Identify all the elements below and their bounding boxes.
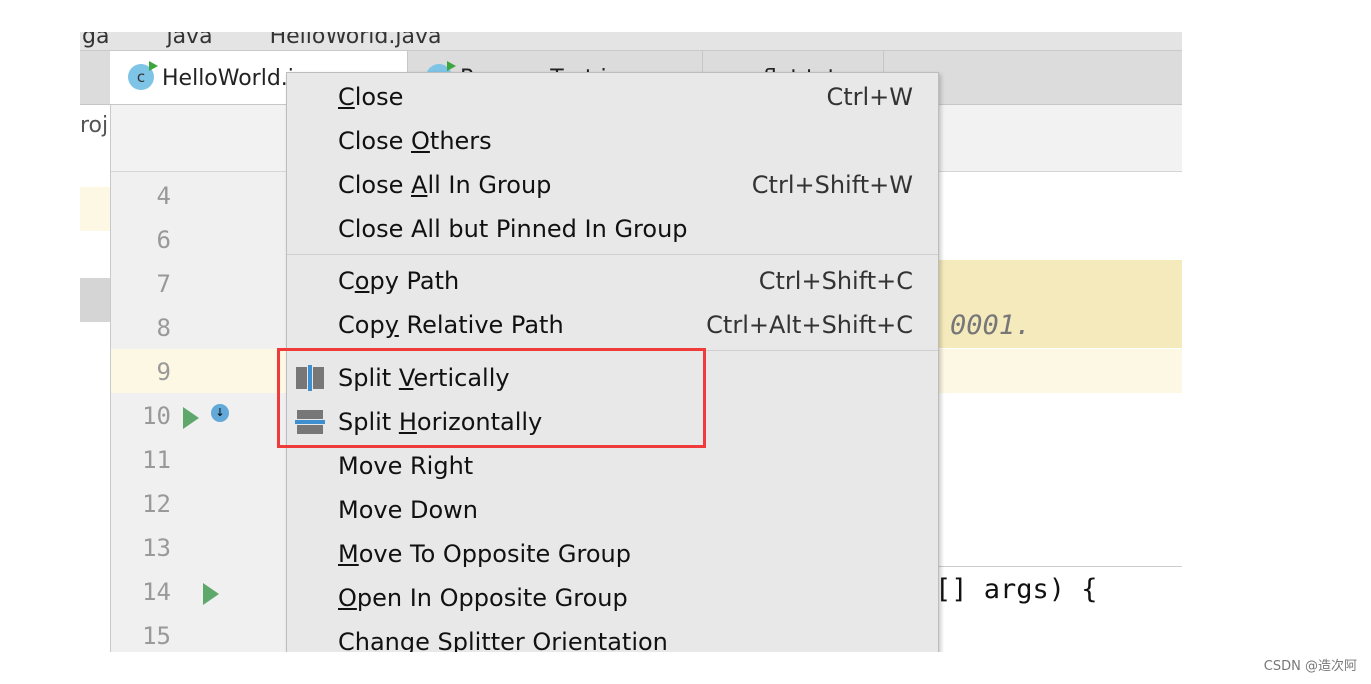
code-text: [] args) { — [935, 574, 1098, 605]
highlight-box — [277, 348, 706, 448]
menu-separator — [287, 254, 938, 255]
menu-item-close[interactable]: Close Ctrl+W — [287, 75, 938, 119]
run-icon[interactable] — [183, 407, 199, 429]
breadcrumb-item[interactable]: ga — [82, 32, 109, 49]
image-bottom-margin — [0, 652, 1371, 684]
run-icon[interactable] — [203, 583, 219, 605]
project-highlight — [80, 187, 110, 231]
menu-item-copy-path[interactable]: Copy Path Ctrl+Shift+C — [287, 259, 938, 303]
menu-item-close-all-in-group[interactable]: Close All In Group Ctrl+Shift+W — [287, 163, 938, 207]
menu-item-close-all-but-pinned[interactable]: Close All but Pinned In Group — [287, 207, 938, 251]
breadcrumb-item[interactable]: java — [166, 32, 212, 49]
line-numbers: 4 6 7 8 9 10 11 12 13 14 15 ↓ — [111, 172, 286, 652]
code-text: 0001. — [950, 310, 1032, 341]
menu-item-move-to-opposite-group[interactable]: Move To Opposite Group — [287, 532, 938, 576]
breadcrumb: ga java HelloWorld.java — [80, 32, 1182, 51]
override-icon[interactable]: ↓ — [211, 404, 229, 422]
breadcrumb-item[interactable]: HelloWorld.java — [270, 32, 442, 49]
method-separator — [937, 566, 1182, 567]
watermark: CSDN @造次阿 — [1263, 659, 1357, 674]
java-class-icon: c — [128, 61, 158, 90]
menu-item-move-right[interactable]: Move Right — [287, 444, 938, 488]
project-selection — [80, 278, 110, 322]
menu-item-open-in-opposite-group[interactable]: Open In Opposite Group — [287, 576, 938, 620]
menu-item-move-down[interactable]: Move Down — [287, 488, 938, 532]
menu-item-copy-relative-path[interactable]: Copy Relative Path Ctrl+Alt+Shift+C — [287, 303, 938, 347]
menu-item-close-others[interactable]: Close Others — [287, 119, 938, 163]
